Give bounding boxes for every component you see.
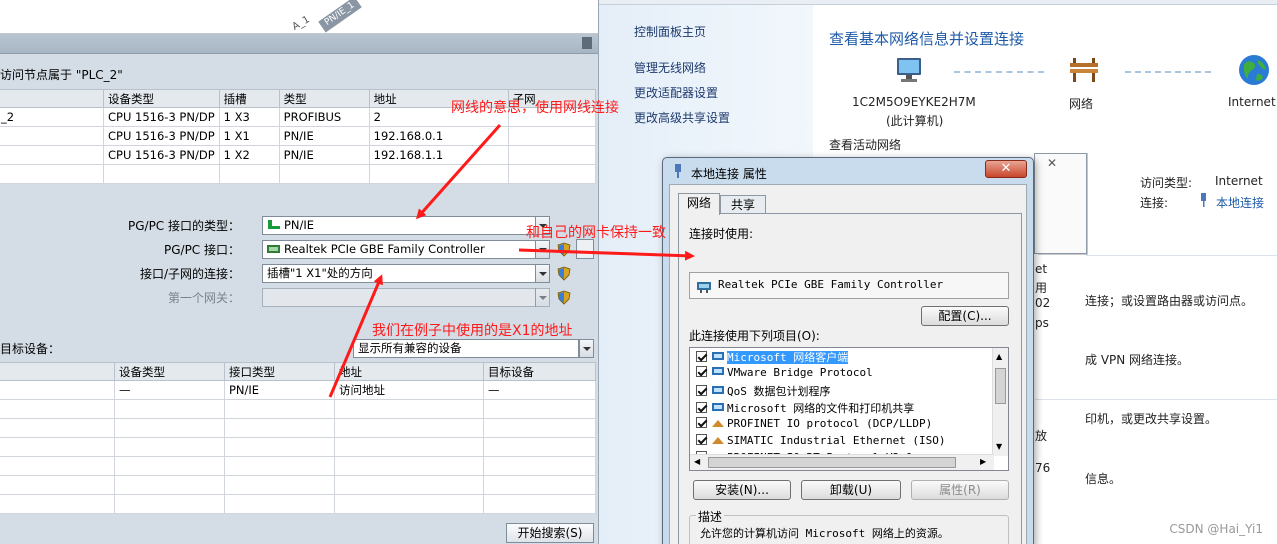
tab-network[interactable]: 网络 (678, 193, 720, 215)
annotation-arrows (328, 124, 695, 398)
annotation-adapter: 和自己的网卡保持一致 (526, 225, 666, 241)
arrow-to-adapter (518, 248, 695, 261)
annotation-cable: 网线的意思，使用网线连接 (451, 100, 619, 116)
watermark: CSDN @Hai_Yi1 (1169, 522, 1263, 536)
arrow-to-interface-type (416, 124, 502, 220)
annotation-x1: 我们在例子中使用的是X1的地址 (372, 323, 573, 339)
